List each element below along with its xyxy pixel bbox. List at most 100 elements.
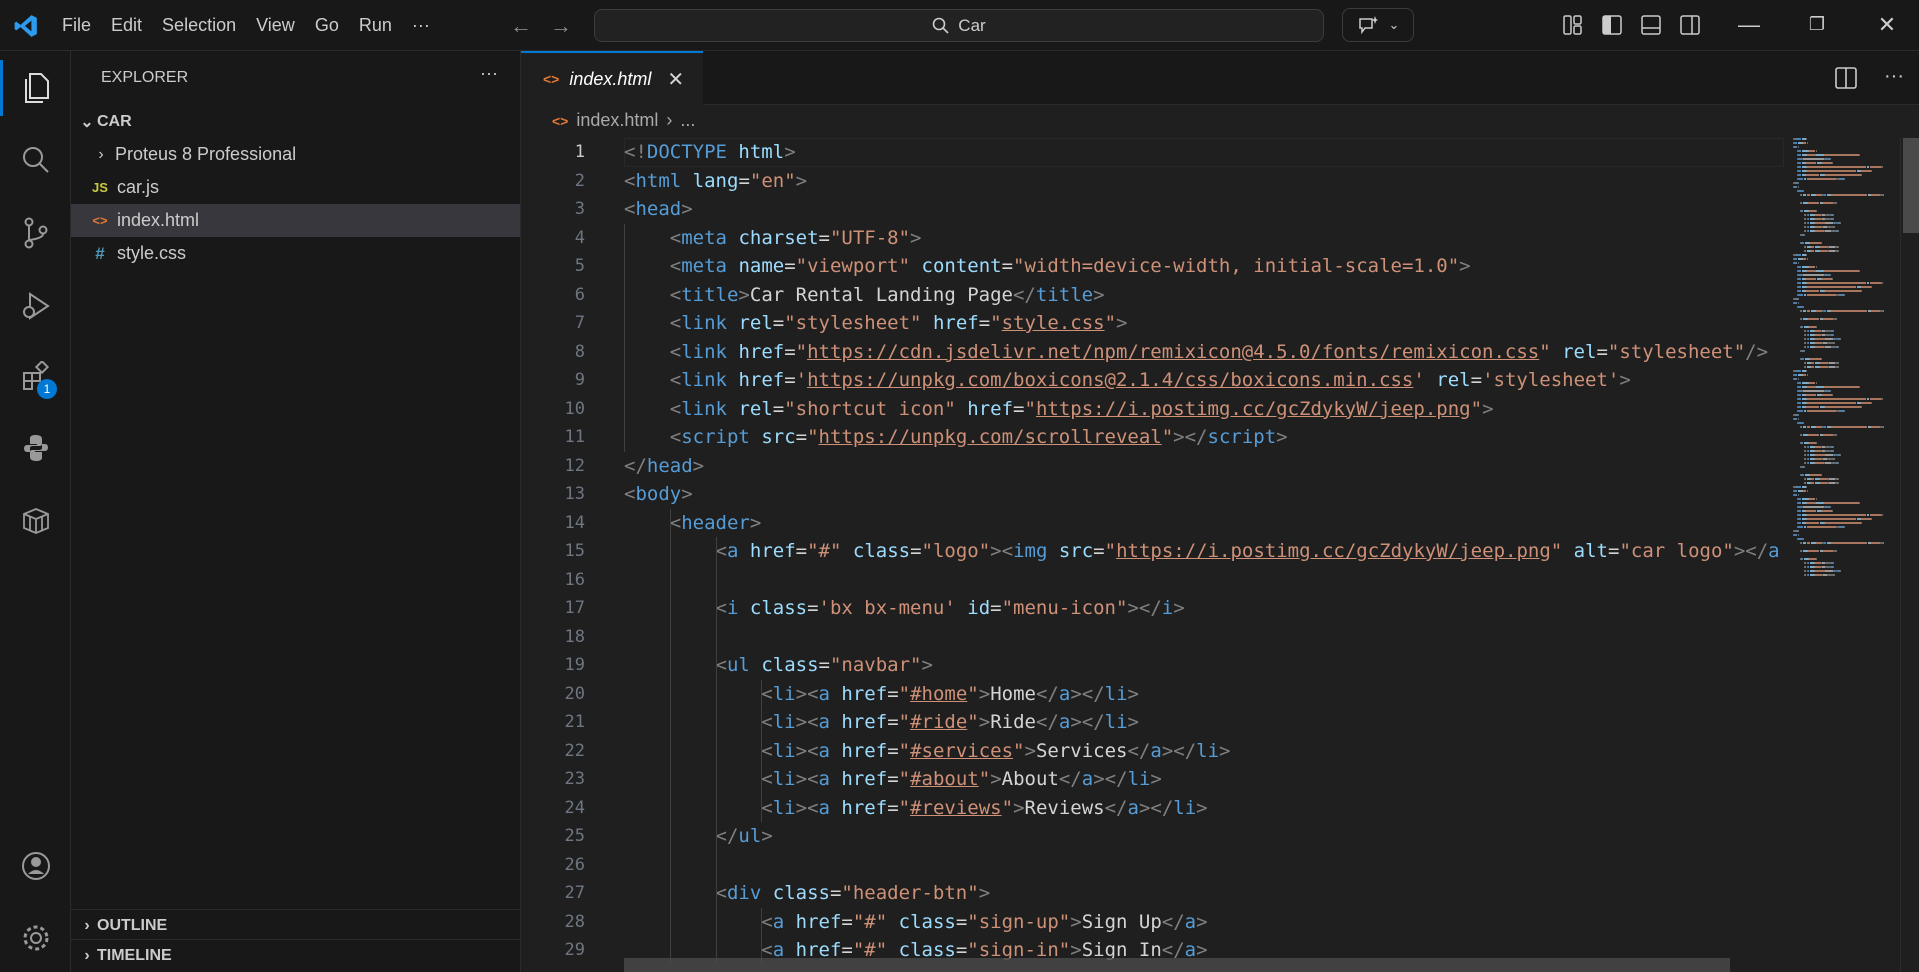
code-token[interactable]: https://i.postimg.cc/gcZdykyW/jeep.png	[1036, 398, 1471, 420]
explorer-icon[interactable]	[0, 60, 71, 116]
code-token[interactable]: #ride	[910, 711, 967, 733]
command-center-search[interactable]: Car	[594, 9, 1324, 42]
minimap-mark	[1815, 462, 1823, 464]
account-icon[interactable]	[0, 838, 71, 894]
code-token: <	[715, 654, 727, 676]
package-icon[interactable]	[0, 492, 71, 548]
toggle-primary-sidebar-icon[interactable]	[1601, 14, 1623, 36]
restore-icon[interactable]: ❐	[1802, 14, 1832, 35]
minimap-mark	[1797, 270, 1802, 272]
scrollbar-thumb[interactable]	[1903, 138, 1919, 233]
breadcrumb-file[interactable]: index.html	[576, 110, 658, 131]
horizontal-scrollbar[interactable]	[624, 958, 1730, 972]
minimap-mark	[1865, 426, 1867, 428]
code-token: Services	[1035, 739, 1128, 762]
code-token: =	[887, 796, 899, 819]
tree-item-file-selected[interactable]: <> index.html	[71, 204, 520, 237]
minimap-mark	[1805, 138, 1807, 140]
copilot-button[interactable]: ⌄	[1342, 8, 1414, 42]
minimap-mark	[1797, 294, 1803, 296]
code-token: "stylesheet"	[784, 312, 922, 334]
more-actions-icon[interactable]: ···	[1884, 65, 1904, 88]
menu-view[interactable]: View	[246, 15, 305, 36]
tree-item-file[interactable]: # style.css	[71, 237, 520, 270]
minimap-mark	[1808, 570, 1810, 572]
outline-section[interactable]: › OUTLINE	[71, 909, 520, 942]
close-window-icon[interactable]: ✕	[1872, 12, 1902, 38]
source-control-icon[interactable]	[0, 205, 71, 261]
menu-selection[interactable]: Selection	[152, 15, 246, 36]
code-token: ><	[795, 682, 819, 705]
code-token[interactable]: https://cdn.jsdelivr.net/npm/remixicon@4…	[807, 341, 1539, 363]
minimap-mark	[1855, 402, 1856, 404]
code-token: i	[1161, 597, 1174, 619]
forward-arrow-icon[interactable]: →	[550, 13, 572, 39]
tree-item-file[interactable]: JS car.js	[71, 171, 520, 204]
minimap-mark	[1801, 242, 1804, 244]
tab-label: index.html	[569, 68, 652, 89]
explorer-more-button[interactable]: ···	[480, 63, 498, 84]
minimap-mark	[1811, 482, 1814, 484]
code-token[interactable]: https://i.postimg.cc/gcZdykyW/jeep.png	[1116, 540, 1551, 562]
minimap-mark	[1808, 462, 1810, 464]
code-token: </	[1161, 910, 1185, 933]
code-token: >	[1196, 910, 1208, 933]
toggle-secondary-sidebar-icon[interactable]	[1679, 14, 1701, 36]
code-line: </head>	[624, 452, 704, 481]
minimap-mark	[1823, 426, 1827, 428]
back-arrow-icon[interactable]: ←	[510, 13, 532, 39]
minimap-mark	[1832, 562, 1834, 564]
code-token[interactable]: style.css	[1002, 312, 1105, 334]
close-tab-icon[interactable]: ✕	[667, 67, 684, 92]
settings-gear-icon[interactable]	[0, 910, 71, 966]
code-token[interactable]: https://unpkg.com/scrollreveal	[819, 426, 1162, 448]
minimap-mark	[1808, 434, 1820, 436]
menu-more[interactable]: ···	[402, 15, 440, 36]
menu-edit[interactable]: Edit	[101, 15, 152, 36]
menu-run[interactable]: Run	[349, 15, 402, 36]
search-icon[interactable]	[0, 132, 71, 188]
folder-car[interactable]: ⌄ CAR	[71, 105, 520, 138]
toggle-panel-icon[interactable]	[1640, 14, 1662, 36]
vertical-scrollbar[interactable]	[1900, 138, 1919, 972]
minimap-mark	[1844, 294, 1846, 296]
minimap-mark	[1860, 170, 1872, 172]
code-token[interactable]: #reviews	[910, 797, 1002, 819]
minimap-mark	[1871, 426, 1881, 428]
menu-go[interactable]: Go	[305, 15, 349, 36]
tree-item-folder[interactable]: › Proteus 8 Professional	[71, 138, 520, 171]
minimize-icon[interactable]: —	[1734, 12, 1764, 38]
minimap-mark	[1801, 474, 1804, 476]
code-token[interactable]: #about	[910, 768, 979, 790]
code-token: a	[1127, 796, 1139, 819]
code-token: link	[681, 369, 727, 391]
extensions-icon[interactable]: 1	[0, 349, 71, 405]
minimap-mark	[1815, 382, 1817, 384]
code-token[interactable]: #home	[910, 683, 967, 705]
code-token: About	[1001, 768, 1059, 790]
minimap-mark	[1801, 542, 1802, 544]
code-token: "header-btn"	[841, 882, 979, 904]
minimap-mark	[1804, 362, 1806, 364]
tab-index-html[interactable]: <> index.html ✕	[521, 51, 703, 105]
code-token: content	[921, 255, 1002, 277]
code-token[interactable]: https://unpkg.com/boxicons@2.1.4/css/box…	[807, 369, 1413, 391]
customize-layout-icon[interactable]	[1562, 14, 1584, 36]
breadcrumb-symbol[interactable]: ...	[680, 110, 695, 131]
timeline-section[interactable]: › TIMELINE	[71, 939, 520, 972]
code-token[interactable]: #services	[910, 740, 1013, 762]
minimap-mark	[1836, 434, 1838, 436]
code-editor[interactable]: 1 <!DOCTYPE html> 2 <html lang="en"> 3 <head>…	[521, 138, 1791, 972]
python-icon[interactable]	[0, 420, 71, 476]
code-token: =	[795, 426, 808, 448]
run-debug-icon[interactable]	[0, 278, 71, 334]
split-editor-icon[interactable]	[1835, 67, 1857, 89]
line-number: 3	[574, 199, 585, 219]
code-token: "menu-icon"	[1001, 597, 1128, 619]
menu-file[interactable]: File	[52, 15, 101, 36]
code-token: a	[818, 796, 830, 819]
minimap[interactable]	[1793, 138, 1898, 598]
